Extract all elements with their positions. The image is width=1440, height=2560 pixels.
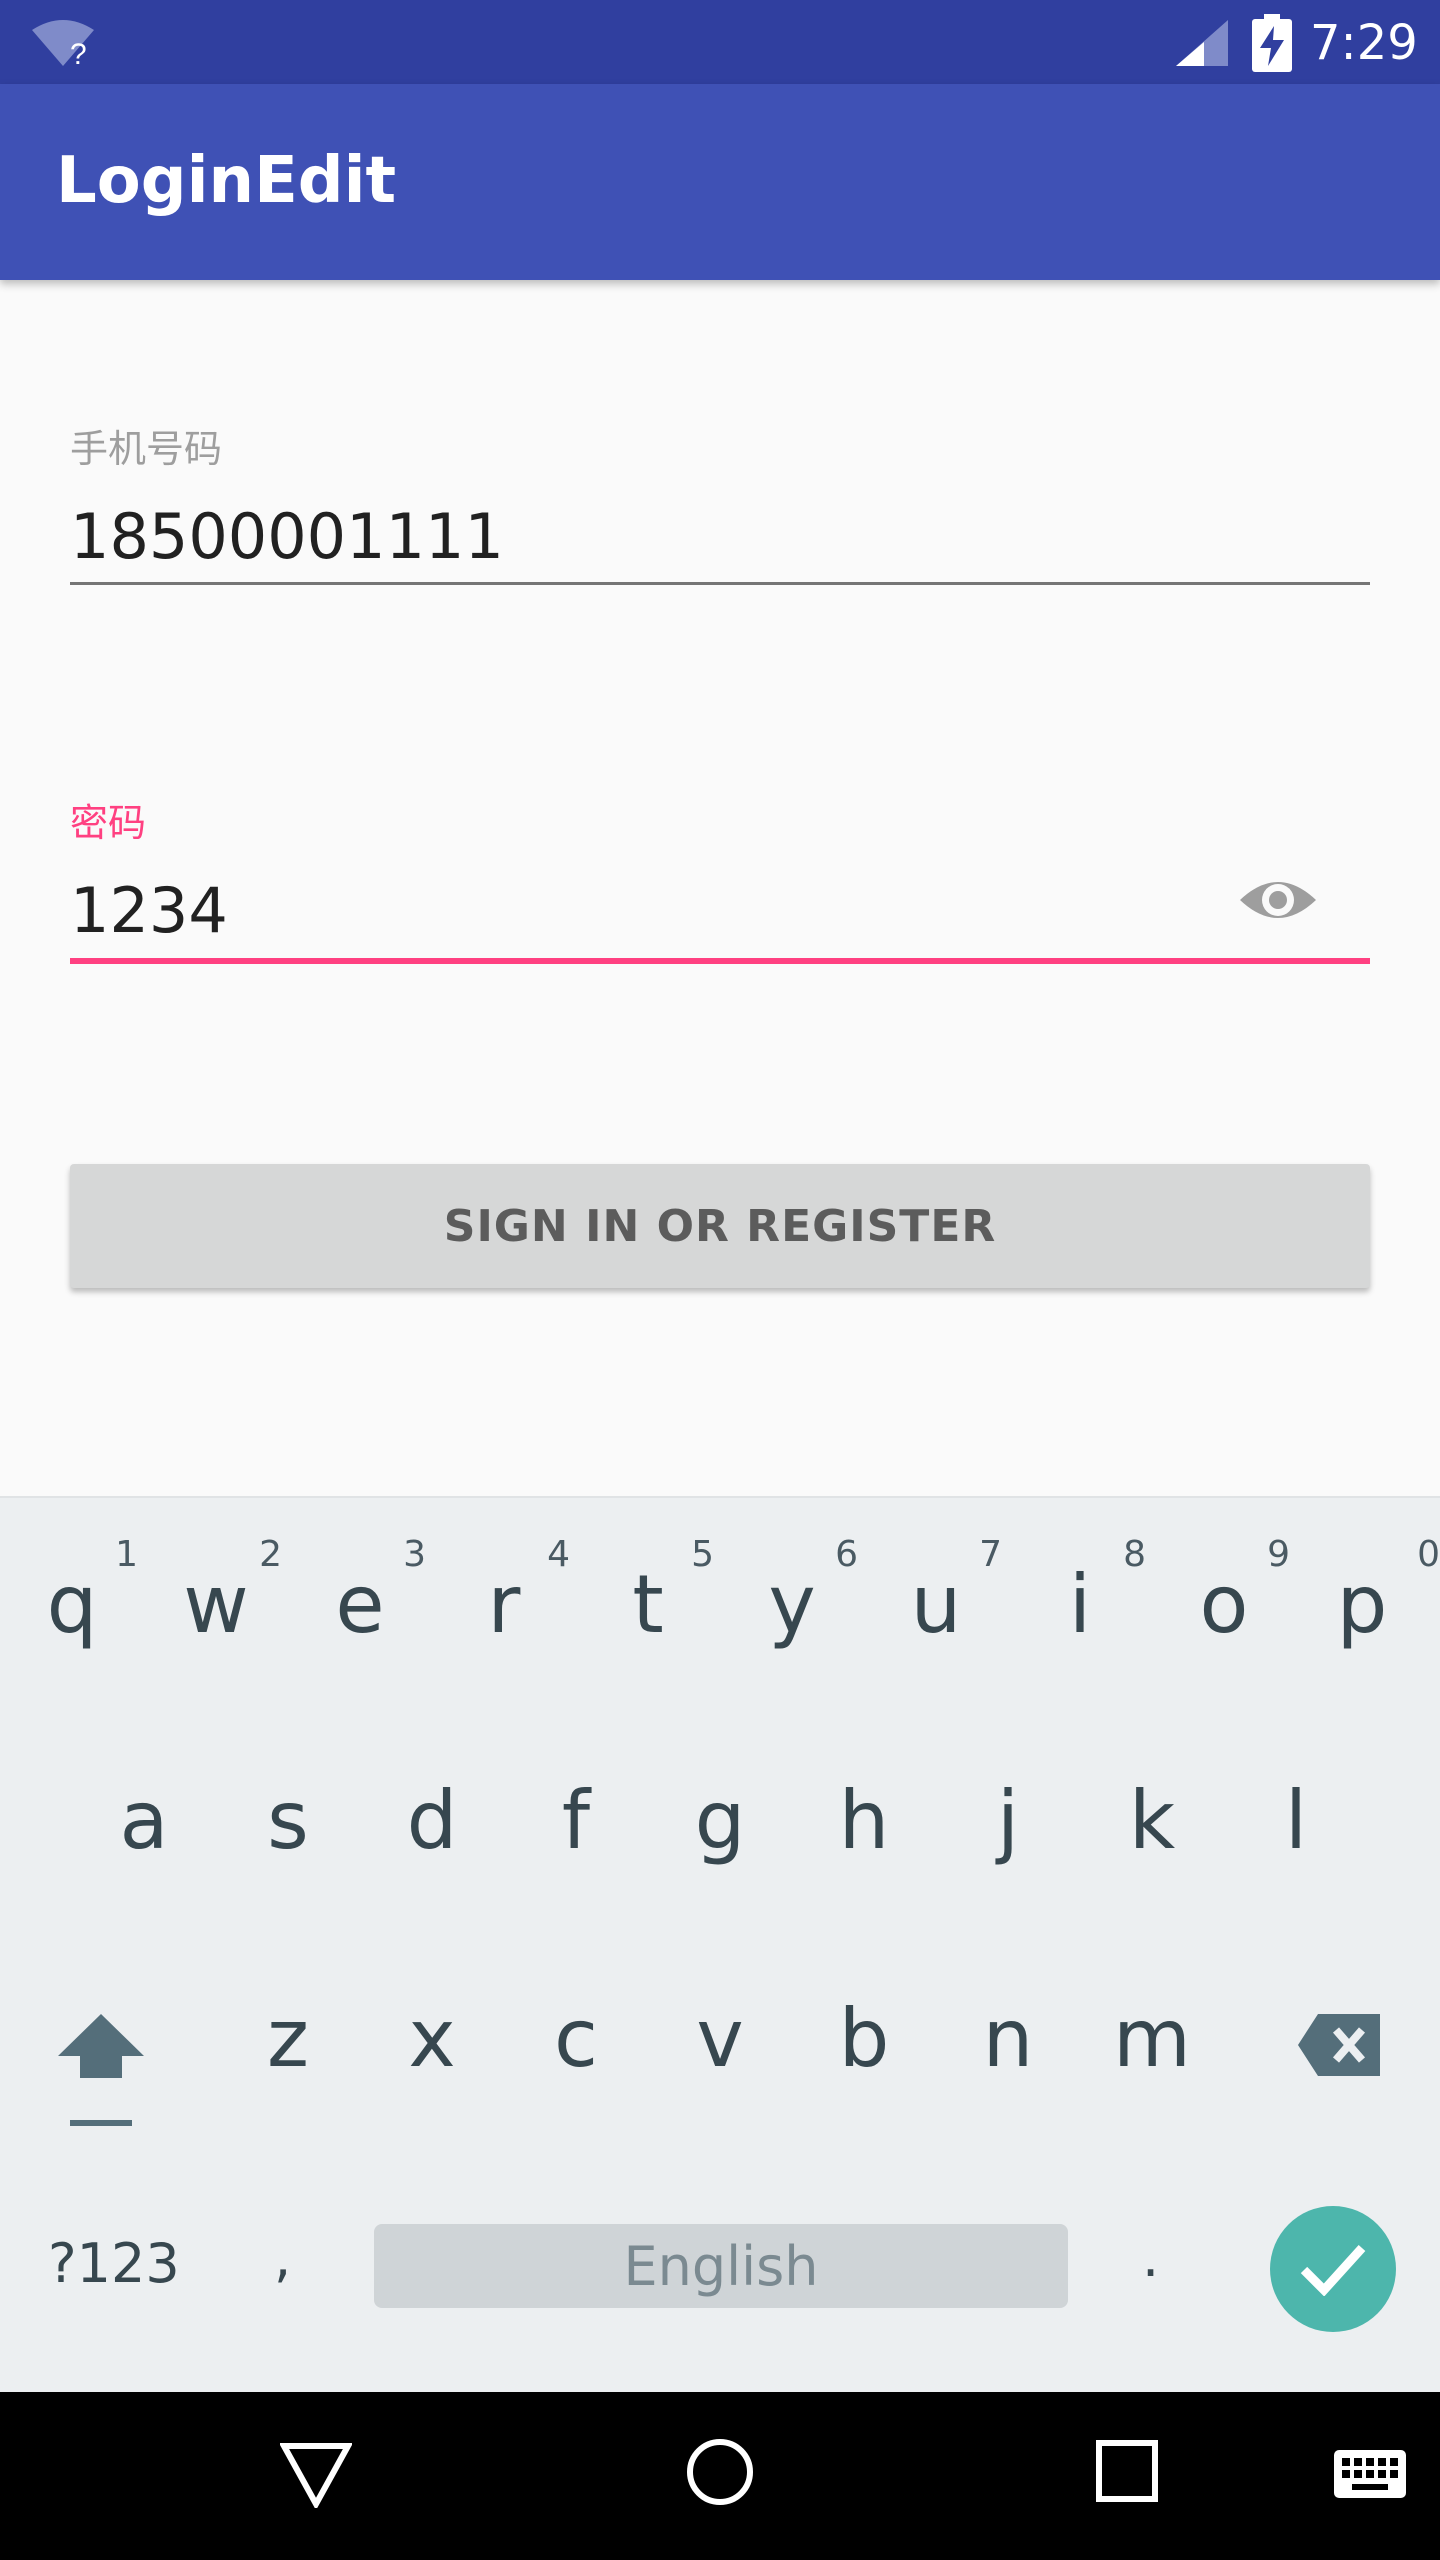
key-label: o	[1199, 1558, 1249, 1651]
navigation-bar	[0, 2392, 1440, 2560]
key-label: i	[1068, 1558, 1092, 1651]
key-label: g	[694, 1774, 746, 1867]
key-label: t	[632, 1558, 664, 1651]
key-l[interactable]: l	[1224, 1720, 1368, 1920]
sign-in-or-register-button[interactable]: SIGN IN OR REGISTER	[70, 1164, 1370, 1288]
key-label: f	[561, 1774, 591, 1867]
clock: 7:29	[1310, 15, 1418, 71]
key-label: r	[487, 1558, 521, 1651]
password-label: 密码	[70, 801, 147, 845]
symbols-key[interactable]: ?123	[48, 2232, 180, 2295]
key-label: k	[1128, 1774, 1176, 1867]
key-u[interactable]: 7 u	[864, 1504, 1008, 1704]
key-label: u	[910, 1558, 962, 1651]
key-e[interactable]: 3 e	[288, 1504, 432, 1704]
space-key[interactable]: English	[374, 2224, 1068, 2308]
key-v[interactable]: v	[648, 1938, 792, 2138]
key-label: w	[183, 1558, 249, 1651]
comma-key[interactable]: ,	[274, 2226, 291, 2289]
key-label: y	[768, 1558, 816, 1651]
key-o[interactable]: 9 o	[1152, 1504, 1296, 1704]
wifi-badge: ?	[70, 38, 87, 68]
key-w[interactable]: 2 w	[144, 1504, 288, 1704]
key-p[interactable]: 0 p	[1296, 1504, 1440, 1704]
key-s[interactable]: s	[216, 1720, 360, 1920]
key-label: c	[554, 1992, 598, 2085]
key-d[interactable]: d	[360, 1720, 504, 1920]
key-c[interactable]: c	[504, 1938, 648, 2138]
key-label: l	[1284, 1774, 1308, 1867]
status-bar: ? 7:29	[0, 0, 1440, 84]
key-label: j	[996, 1774, 1020, 1867]
key-m[interactable]: m	[1080, 1938, 1224, 2138]
key-label: n	[982, 1992, 1034, 2085]
key-k[interactable]: k	[1080, 1720, 1224, 1920]
key-z[interactable]: z	[216, 1938, 360, 2138]
keyboard-switch-icon[interactable]	[1334, 2450, 1406, 2498]
phone-input[interactable]: 18500001111	[70, 500, 504, 573]
period-key[interactable]: .	[1142, 2226, 1159, 2289]
password-input[interactable]: 1234	[70, 874, 228, 947]
key-label: e	[335, 1558, 385, 1651]
app-title: LoginEdit	[56, 144, 397, 218]
enter-check-icon	[1300, 2244, 1366, 2296]
key-i[interactable]: 8 i	[1008, 1504, 1152, 1704]
key-label: q	[46, 1558, 98, 1651]
battery-charging-icon	[1252, 14, 1292, 72]
key-a[interactable]: a	[72, 1720, 216, 1920]
shift-icon[interactable]	[56, 2010, 146, 2130]
phone-underline	[70, 582, 1370, 585]
password-underline	[70, 958, 1370, 964]
key-label: m	[1113, 1992, 1191, 2085]
app-bar: LoginEdit	[0, 84, 1440, 280]
home-icon[interactable]	[686, 2438, 754, 2506]
key-label: s	[267, 1774, 309, 1867]
key-y[interactable]: 6 y	[720, 1504, 864, 1704]
eye-icon[interactable]	[1238, 868, 1318, 932]
key-label: x	[408, 1992, 456, 2085]
enter-key[interactable]	[1270, 2206, 1396, 2332]
key-x[interactable]: x	[360, 1938, 504, 2138]
key-label: v	[696, 1992, 744, 2085]
screen: ? 7:29 LoginEdit 手机号码 18500001111 密码 123…	[0, 0, 1440, 2560]
key-n[interactable]: n	[936, 1938, 1080, 2138]
key-b[interactable]: b	[792, 1938, 936, 2138]
key-t[interactable]: 5 t	[576, 1504, 720, 1704]
key-label: b	[838, 1992, 890, 2085]
key-label: h	[838, 1774, 890, 1867]
backspace-icon[interactable]	[1296, 2012, 1382, 2078]
key-label: z	[267, 1992, 309, 2085]
key-f[interactable]: f	[504, 1720, 648, 1920]
signal-icon	[1176, 20, 1228, 66]
key-label: d	[406, 1774, 458, 1867]
key-label: p	[1336, 1558, 1388, 1651]
key-q[interactable]: 1 q	[0, 1504, 144, 1704]
key-r[interactable]: 4 r	[432, 1504, 576, 1704]
phone-label: 手机号码	[70, 427, 223, 471]
key-h[interactable]: h	[792, 1720, 936, 1920]
back-icon[interactable]	[280, 2442, 352, 2508]
wifi-icon: ?	[32, 20, 94, 68]
recents-icon[interactable]	[1096, 2440, 1158, 2502]
key-j[interactable]: j	[936, 1720, 1080, 1920]
key-g[interactable]: g	[648, 1720, 792, 1920]
key-label: a	[119, 1774, 169, 1867]
